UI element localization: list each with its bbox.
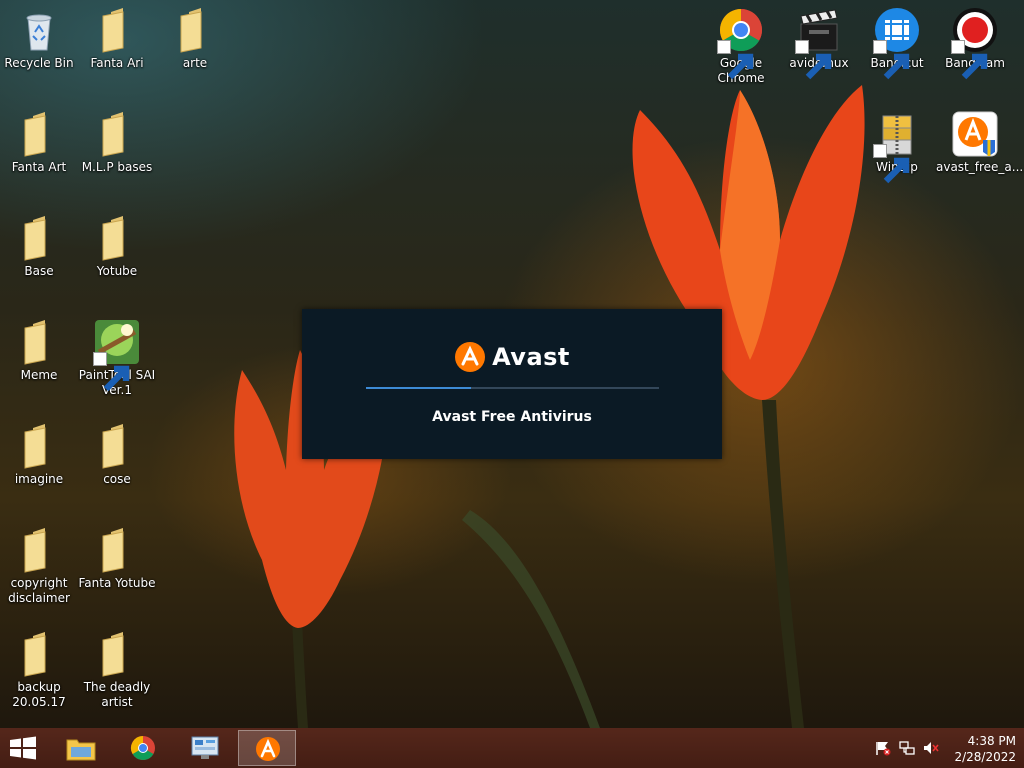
desktop-icon-label: Fanta Art (11, 160, 67, 174)
desktop-icon-label: Fanta Yotube (78, 576, 156, 590)
taskbar-chrome[interactable] (114, 730, 172, 766)
taskbar-control-panel[interactable] (176, 730, 234, 766)
desktop-icon-mlp-bases[interactable]: M.L.P bases (78, 110, 156, 175)
shortcut-arrow-icon (717, 40, 754, 80)
shortcut-arrow-icon (951, 40, 988, 80)
folder-icon (15, 110, 63, 158)
folder-icon (171, 6, 219, 54)
recycle-bin-icon (15, 6, 63, 54)
desktop-icon-painttool-sai[interactable]: PaintTool SAI Ver.1 (78, 318, 156, 398)
taskbar-file-explorer[interactable] (52, 730, 110, 766)
folder-icon (15, 422, 63, 470)
desktop-icon-backup[interactable]: backup 20.05.17 (0, 630, 78, 710)
desktop-icon-label: Meme (20, 368, 58, 382)
desktop-icon-yotube[interactable]: Yotube (78, 214, 156, 279)
splash-brand: Avast (302, 341, 722, 377)
desktop-icon-fanta-art[interactable]: Fanta Art (0, 110, 78, 175)
desktop-icon-cose[interactable]: cose (78, 422, 156, 487)
folder-icon (93, 422, 141, 470)
desktop-icon-label: copyright disclaimer (8, 576, 70, 605)
desktop-icon-google-chrome[interactable]: Google Chrome (702, 6, 780, 86)
shortcut-arrow-icon (873, 144, 910, 184)
folder-icon (15, 214, 63, 262)
folder-icon (93, 6, 141, 54)
taskbar: 4:38 PM 2/28/2022 (0, 728, 1024, 768)
shortcut-arrow-icon (873, 40, 910, 80)
desktop-icon-imagine[interactable]: imagine (0, 422, 78, 487)
desktop-icon-bandicam[interactable]: Bandicam (936, 6, 1014, 80)
desktop-icon-avidemux[interactable]: avidemux (780, 6, 858, 80)
desktop-icon-label: imagine (14, 472, 64, 486)
folder-icon (93, 630, 141, 678)
desktop-icon-label: arte (182, 56, 208, 70)
taskbar-clock[interactable]: 4:38 PM 2/28/2022 (936, 733, 1016, 765)
desktop-icon-fanta-ari[interactable]: Fanta Ari (78, 6, 156, 71)
desktop-icon-label: Yotube (96, 264, 138, 278)
taskbar-avast[interactable] (238, 730, 296, 766)
desktop-icon-the-deadly-artist[interactable]: The deadly artist (78, 630, 156, 710)
desktop-icon-base[interactable]: Base (0, 214, 78, 279)
folder-icon (15, 526, 63, 574)
chrome-icon (130, 736, 155, 761)
folder-icon (93, 526, 141, 574)
desktop-icon-label: Base (24, 264, 54, 278)
bandicam-icon (951, 6, 999, 80)
avidemux-icon (795, 6, 843, 80)
desktop-icon-avast-installer[interactable]: avast_free_a... (936, 110, 1024, 175)
desktop-icon-label: Recycle Bin (4, 56, 74, 70)
windows-start-button[interactable] (8, 736, 38, 760)
desktop-icon-winzip[interactable]: WinZip (858, 110, 936, 184)
desktop-icon-label: Fanta Ari (90, 56, 144, 70)
action-center-flag-icon[interactable] (874, 740, 892, 756)
folder-icon (93, 110, 141, 158)
desktop-icon-bandicut[interactable]: Bandicut (858, 6, 936, 80)
desktop-icon-recycle-bin[interactable]: Recycle Bin (0, 6, 78, 71)
desktop-icon-arte[interactable]: arte (156, 6, 234, 71)
clock-time: 4:38 PM (967, 734, 1016, 748)
splash-progress-fill (366, 387, 472, 389)
desktop-icon-label: M.L.P bases (81, 160, 153, 174)
avast-installer-icon (951, 110, 999, 158)
file-explorer-icon (66, 739, 96, 761)
folder-icon (15, 630, 63, 678)
desktop-icon-meme[interactable]: Meme (0, 318, 78, 383)
avast-splash-window: Avast Avast Free Antivirus (302, 309, 722, 459)
desktop-icon-fanta-yotube[interactable]: Fanta Yotube (78, 526, 156, 591)
folder-icon (15, 318, 63, 366)
desktop-icon-copyright-disclaimer[interactable]: copyright disclaimer (0, 526, 78, 606)
folder-icon (93, 214, 141, 262)
splash-brand-name: Avast (492, 343, 570, 371)
avast-logo-icon (455, 342, 486, 372)
avast-icon (256, 737, 280, 761)
clock-date: 2/28/2022 (954, 750, 1016, 764)
chrome-icon (717, 6, 765, 80)
shortcut-arrow-icon (93, 352, 130, 392)
splash-product-name: Avast Free Antivirus (432, 409, 592, 425)
desktop-icon-label: The deadly artist (83, 680, 151, 709)
desktop-icon-label: avast_free_a... (936, 160, 1024, 174)
network-icon[interactable] (898, 740, 916, 756)
bandicut-icon (873, 6, 921, 80)
shortcut-arrow-icon (795, 40, 832, 80)
painttool-sai-icon (93, 318, 141, 392)
winzip-icon (873, 110, 921, 184)
desktop-icon-label: cose (103, 472, 131, 486)
desktop-icon-label: backup 20.05.17 (12, 680, 66, 709)
splash-progress-bar (366, 387, 659, 389)
control-panel-icon (191, 736, 219, 759)
